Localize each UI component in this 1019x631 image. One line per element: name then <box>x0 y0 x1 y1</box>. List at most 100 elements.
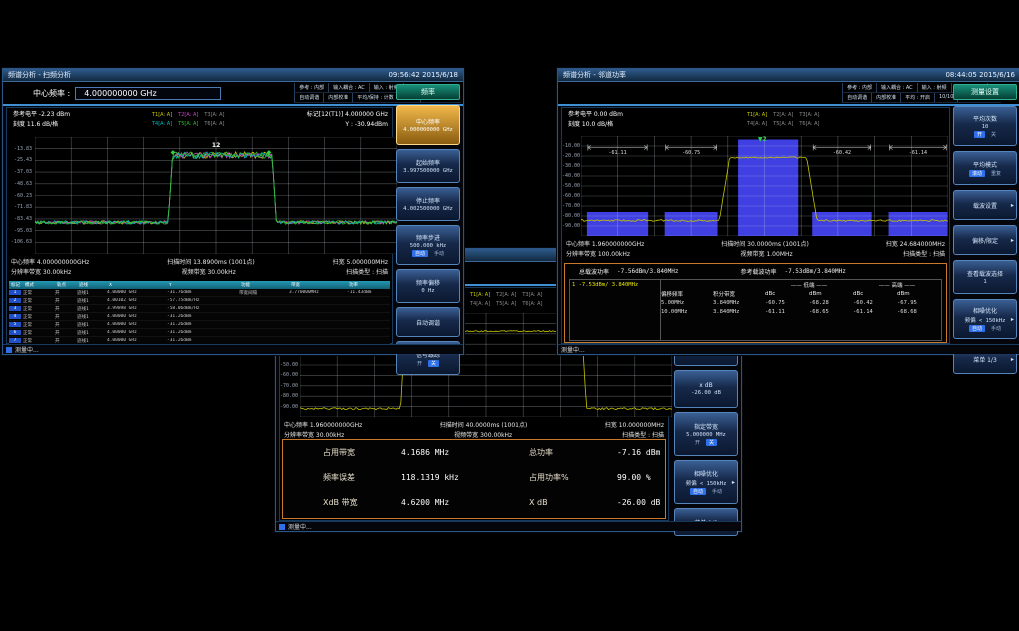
menu-header[interactable]: 频率 <box>396 84 460 100</box>
marker-table-header: 标记模式轨点迹线XY功能带宽功率 <box>9 281 390 289</box>
marker-cell: 正常 <box>21 330 53 336</box>
center-freq-value[interactable]: 4.000000000 GHz <box>75 87 221 100</box>
acp-value: 3.840MHz <box>713 300 765 306</box>
trace-label: T6[A: A] <box>799 121 819 127</box>
softkey-frequency-offset[interactable]: 频率偏移0 Hz <box>396 269 460 303</box>
toggle-option[interactable]: 滚动 <box>969 170 985 177</box>
softkey-phase-noise-opt[interactable]: 相噪优化频偏 < 150kHz自动手动▶ <box>674 460 738 504</box>
result-label: 频率误差 <box>323 472 401 483</box>
marker-number: 5 <box>9 322 21 327</box>
softkey-average-mode[interactable]: 平均模式滚动重复 <box>953 151 1017 185</box>
trace-label: T4[A: A] <box>747 121 767 127</box>
marker-amplitude: Y : -30.94dBm <box>307 120 388 130</box>
chart-info: 扫描时间 40.0000ms (1001点) <box>440 420 528 429</box>
title-bar[interactable]: 频谱分析 - 扫频分析 09:56:42 2015/6/18 <box>3 69 463 82</box>
softkey-value: 4.000000000 GHz <box>403 127 453 133</box>
marker-table-row[interactable]: 6正常开迹线14.00000 GHz-31.26dBm <box>9 329 390 337</box>
toggle-option[interactable]: 重复 <box>991 170 1001 177</box>
marker-cell: 迹线1 <box>75 314 105 320</box>
softkey-label: 频率偏移 <box>416 278 440 287</box>
chart-info: 扫描时间 13.8900ms (1001点) <box>167 257 255 266</box>
chart-info: 扫描类型 : 扫描 <box>622 430 664 439</box>
y-axis-label: -40.00 <box>562 173 578 179</box>
softkey-label: 相噪优化 <box>973 306 997 315</box>
softkey-stop-frequency[interactable]: 停止频率4.002500000 GHz <box>396 187 460 221</box>
column-header: 积分带宽 <box>713 290 765 298</box>
toggle-option[interactable]: 自动 <box>412 250 428 257</box>
channel-bar <box>738 140 798 237</box>
submenu-arrow-icon: ▶ <box>1011 317 1014 322</box>
chart-info: 分辨率带宽 30.00kHz <box>11 267 71 276</box>
softkey-start-frequency[interactable]: 起始频率3.997500000 GHz <box>396 149 460 183</box>
toggle-option[interactable]: 手动 <box>434 250 444 257</box>
toggle-option[interactable]: 关 <box>428 360 439 367</box>
softkey-label: 停止频率 <box>416 196 440 205</box>
softkey-average-count[interactable]: 平均次数10开关 <box>953 106 1017 146</box>
channel-bar <box>889 212 948 236</box>
toggle-option[interactable]: 手动 <box>712 488 722 495</box>
softkey-view-carrier-select[interactable]: 查看载波选择1 <box>953 260 1017 294</box>
trace-label: T6[A: A] <box>522 301 542 307</box>
softkey-carrier-setup[interactable]: 载波设置▶ <box>953 190 1017 220</box>
clock: 08:44:05 2015/6/16 <box>945 71 1015 79</box>
obw-result-row: 频率误差118.1319 kHz占用功率%99.00 % <box>283 465 665 490</box>
result-value: 4.1686 MHz <box>401 448 529 457</box>
softkey-toggle: 开关 <box>417 360 439 367</box>
status-bar: 测量中... <box>558 344 1019 354</box>
top-bar: 中心频率 : 4.000000000 GHz 参考 : 内部输入耦合 : AC输… <box>3 82 463 106</box>
toggle-option[interactable]: 手动 <box>991 325 1001 332</box>
chart-info: 扫宽 24.684000MHz <box>886 239 945 248</box>
toggle-option[interactable]: 关 <box>991 131 996 138</box>
total-carrier-power-value: -7.56dBm/3.840MHz <box>617 268 678 275</box>
toggle-option[interactable]: 开 <box>974 131 985 138</box>
trace-legend-row: T4[A: A]T5[A: A]T6[A: A] <box>152 120 231 129</box>
marker-table-row[interactable]: 5正常开迹线14.00000 GHz-31.26dBm <box>9 321 390 329</box>
result-label: 占用带宽 <box>323 447 401 458</box>
window-title: 频谱分析 - 邻道功率 <box>563 70 626 80</box>
window-sweep-analysis: 频谱分析 - 扫频分析 09:56:42 2015/6/18 中心频率 : 4.… <box>2 68 464 355</box>
trace-label: T1[A: A] <box>470 292 490 298</box>
result-label: 总功率 <box>529 447 617 458</box>
result-label: XdB 带宽 <box>323 497 401 508</box>
trace-label: T2[A: A] <box>178 112 198 118</box>
carrier-list[interactable]: 1 -7.53dBm/ 3.840MHz <box>569 279 661 341</box>
center-freq-field[interactable]: 中心频率 : 4.000000000 GHz <box>33 87 221 100</box>
column-header: X <box>107 283 167 288</box>
softkey-frequency-step[interactable]: 频率步进500.000 kHz自动手动 <box>396 225 460 265</box>
chart-info-row: 分辨率带宽 30.00kHz视频带宽 30.00kHz扫描类型 : 扫描 <box>11 267 388 276</box>
toggle-option[interactable]: 自动 <box>969 325 985 332</box>
result-value: 99.00 % <box>617 473 651 482</box>
softkey-center-frequency[interactable]: 中心频率4.000000000 GHz <box>396 105 460 145</box>
marker-table-row[interactable]: 3正常开迹线13.99898 GHz-58.06dBm/Hz <box>9 305 390 313</box>
marker-table-row[interactable]: 1正常开迹线14.00000 GHz-31.76dBm带宽间隔3.770000M… <box>9 289 390 297</box>
toggle-option[interactable]: 开 <box>417 360 422 367</box>
status-field: 自动调谐 <box>294 93 323 103</box>
clock: 09:56:42 2015/6/18 <box>388 71 458 79</box>
marker-table-row[interactable]: 4正常开迹线14.00000 GHz-31.26dBm <box>9 313 390 321</box>
softkey-phase-noise-opt[interactable]: 相噪优化频偏 < 150kHz自动手动▶ <box>953 299 1017 339</box>
toggle-option[interactable]: 关 <box>706 439 717 446</box>
acp-result-row: 10.00MHz3.840MHz-61.11-68.65-61.14-68.68 <box>661 307 941 316</box>
softkey-auto-tune[interactable]: 自动调谐 <box>396 307 460 337</box>
toggle-option[interactable]: 自动 <box>690 488 706 495</box>
trace-label: T5[A: A] <box>496 301 516 307</box>
softkey-specified-bandwidth[interactable]: 指定带宽5.000000 MHz开关 <box>674 412 738 456</box>
marker-table-row[interactable]: 2正常开迹线14.00102 GHz-57.75dBm/Hz <box>9 297 390 305</box>
acp-value: -68.68 <box>897 309 941 315</box>
ref-carrier-power-value: -7.53dBm/3.840MHz <box>784 268 845 275</box>
softkey-x-db[interactable]: x dB-26.00 dB <box>674 370 738 408</box>
scale-label: 刻度 10.0 dB/格 <box>568 120 623 130</box>
offset-power-label: -60.42 <box>833 150 851 156</box>
chart-info: 分辨率带宽 100.00kHz <box>566 249 630 258</box>
toggle-option[interactable]: 开 <box>695 439 700 446</box>
softkey-label: 平均模式 <box>973 160 997 169</box>
total-carrier-power-label: 总载波功率 <box>579 267 609 276</box>
acp-results-panel: 总载波功率-7.56dBm/3.840MHz参考载波功率-7.53dBm/3.8… <box>564 263 947 343</box>
menu-header[interactable]: 测量设置 <box>953 84 1017 100</box>
y-axis-label: -60.23 <box>7 193 32 199</box>
marker-cell: -57.75dBm/Hz <box>165 298 237 303</box>
title-bar[interactable]: 频谱分析 - 邻道功率 08:44:05 2015/6/16 <box>558 69 1019 82</box>
marker-cell: -31.76dBm <box>165 290 237 295</box>
softkey-value: 5.000000 MHz <box>686 432 726 438</box>
softkey-offset-limit[interactable]: 偏移/限定▶ <box>953 225 1017 255</box>
